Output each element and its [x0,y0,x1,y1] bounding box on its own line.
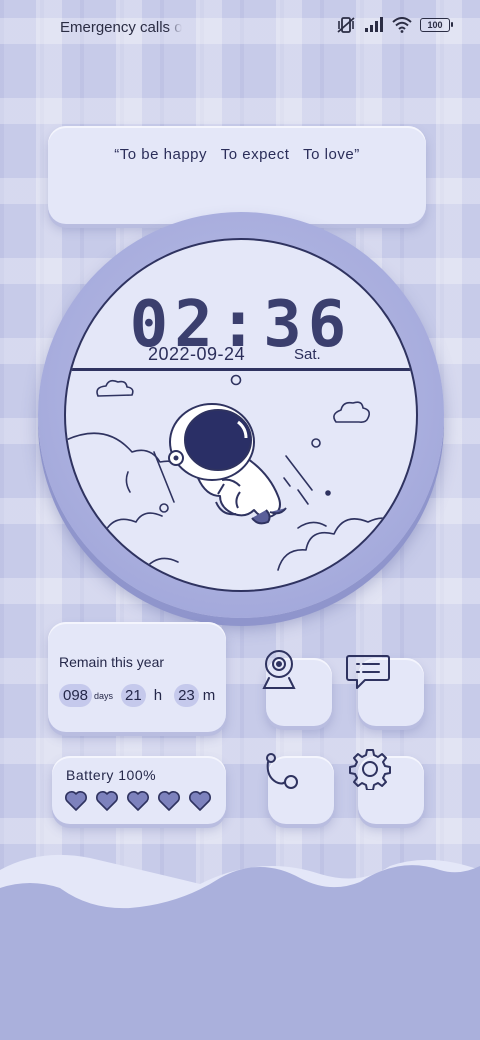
status-icons: 100 [336,16,453,34]
remain-title: Remain this year [59,654,165,670]
remain-minutes-unit: m [202,687,216,704]
status-bar: Emergency calls only 1 [0,0,480,56]
battery-hearts [64,790,212,812]
vibrate-mute-icon [336,16,356,34]
carrier-status-text: Emergency calls only [60,19,182,36]
remain-this-year-widget[interactable]: Remain this year 098 days 21 h 23 m [48,622,226,732]
quote-card[interactable]: “To be happy To expect To love” [48,126,426,224]
remain-hours: 21 [121,684,146,707]
battery-icon: 100 [420,18,453,32]
remain-days: 098 [59,684,93,707]
battery-label: Battery 100% [66,767,157,783]
settings-app-button[interactable] [349,749,424,824]
remain-minutes: 23 [174,684,199,707]
quote-text: “To be happy To expect To love” [114,146,360,163]
heart-icon [65,791,87,811]
clock-widget[interactable]: 02:36 2022-09-24 Sat. [38,212,444,618]
astronaut-illustration [66,374,401,571]
camera-app-button[interactable] [262,650,332,726]
signal-icon [364,17,384,33]
wifi-icon [392,17,412,33]
heart-icon [127,791,149,811]
heart-icon [96,791,118,811]
remain-counter: 098 days 21 h 23 m [59,684,215,707]
remain-days-unit: days [94,690,114,701]
heart-icon [189,791,211,811]
phone-app-button[interactable] [266,753,334,824]
hills-decoration [0,854,480,1040]
clock-face: 02:36 2022-09-24 Sat. [64,238,418,592]
message-app-button[interactable] [346,655,424,726]
remain-hours-unit: h [153,687,163,704]
heart-icon [158,791,180,811]
battery-widget[interactable]: Battery 100% [52,756,226,824]
